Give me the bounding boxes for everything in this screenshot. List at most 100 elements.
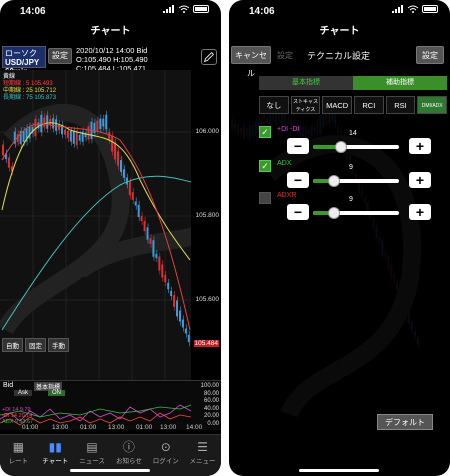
candle (128, 181, 131, 196)
candle (179, 310, 181, 322)
xtick: 01:00 (136, 424, 153, 431)
tab-chart[interactable]: ▮▮ チャート (37, 435, 74, 476)
on-toggle[interactable]: ON (48, 390, 65, 396)
ma-legend: 黄線 短期線 : 5 105.493 中期線 : 25 105.712 長期線 … (3, 74, 56, 102)
tab-label: ニュース (79, 458, 105, 465)
ind-dmi[interactable]: DMI/ADX (417, 96, 448, 114)
tab-label: チャート (42, 458, 69, 465)
ask-button[interactable]: Ask (14, 390, 33, 396)
indicator-type-segment: 基本指標 補助指標 (259, 76, 447, 90)
adxr-slider[interactable] (313, 207, 399, 219)
candle (22, 131, 25, 143)
di-value: 14 (349, 130, 357, 137)
seg-basic[interactable]: 基本指標 (259, 76, 353, 90)
sub-ytick: 100.00 (200, 383, 219, 389)
candle (75, 130, 78, 146)
adx-label: ADX (277, 160, 292, 167)
indicator-list: なし ストキャスティクス MACD RCI RSI DMI/ADX (259, 96, 448, 114)
candle (2, 144, 4, 156)
signal-icon (163, 5, 174, 13)
ind-macd[interactable]: MACD (322, 96, 353, 114)
manual-button[interactable]: 手動 (48, 338, 69, 352)
candle (78, 134, 81, 141)
nav-title: チャート (90, 26, 131, 37)
rate-icon: ▦ (12, 440, 25, 454)
adxr-checkbox[interactable]: ✓ (259, 192, 271, 204)
ind-stoch[interactable]: ストキャスティクス (290, 96, 321, 114)
chart-toolbar: ローソク USD/JPY 60min 設定 2020/10/12 14:00 B… (0, 44, 221, 76)
left-screen: 14:06 チャート ローソク USD/JPY 60min 設定 2020/10… (0, 0, 221, 476)
draw-tool-icon[interactable] (201, 49, 217, 65)
xtick: 01:00 (22, 424, 39, 431)
xtick: 13:00 (108, 424, 125, 431)
adx-plus-button[interactable]: + (409, 172, 431, 188)
param-row-di: ✓ +DI -DI 14 − + (259, 124, 447, 160)
candle (111, 135, 114, 152)
adxr-value: 9 (349, 196, 353, 203)
tab-menu[interactable]: ☰ メニュー (184, 435, 221, 476)
di-plus-button[interactable]: + (409, 138, 431, 154)
candle (102, 118, 105, 127)
candle (87, 126, 90, 140)
menu-icon: ☰ (197, 440, 208, 454)
candle (55, 119, 58, 131)
adx-value: 9 (349, 164, 353, 171)
bid-label: Bid (3, 382, 14, 389)
confirm-button[interactable]: 設定 (416, 46, 444, 64)
ind-none[interactable]: なし (259, 96, 289, 114)
adxr-minus-button[interactable]: − (287, 204, 309, 220)
candle (96, 120, 99, 131)
ind-rci[interactable]: RCI (354, 96, 384, 114)
candle (114, 142, 117, 160)
price-axis: 106.000 105.800 105.600 105.484 (191, 70, 221, 380)
adx-slider[interactable] (313, 175, 399, 187)
candle (181, 319, 184, 328)
legend-long: 長期線 : 75 105.873 (3, 95, 57, 101)
time-axis: 01:00 13:00 01:00 13:00 01:00 13:00 14:0… (0, 424, 202, 434)
home-indicator (299, 469, 379, 472)
xtick: 01:00 (80, 424, 97, 431)
param-row-adx: ✓ ADX 9 − + (259, 158, 447, 194)
tab-label: レート (8, 458, 29, 465)
ind-rsi[interactable]: RSI (385, 96, 416, 114)
auto-button[interactable]: 自動 (2, 338, 23, 352)
adx-checkbox[interactable]: ✓ (259, 160, 271, 172)
seg-sub[interactable]: 補助指標 (353, 76, 447, 90)
tab-label: ログイン (152, 458, 179, 465)
status-bar: 14:06 (229, 0, 450, 22)
status-bar: 14:06 (0, 0, 221, 22)
wifi-icon (178, 5, 190, 13)
tab-rate[interactable]: ▦ レート (0, 435, 37, 476)
tab-label: メニュー (189, 458, 216, 465)
candle (161, 264, 164, 278)
sub-ytick: 80.00 (203, 390, 219, 397)
adx-minus-button[interactable]: − (287, 172, 309, 188)
di-slider[interactable] (313, 141, 399, 153)
tab-login[interactable]: ⊙ ログイン (147, 435, 184, 476)
fixed-button[interactable]: 固定 (25, 338, 46, 352)
ytick: 105.800 (195, 212, 220, 219)
current-price-tag: 105.484 (193, 340, 219, 347)
sub-axis: 100.00 80.00 60.00 40.00 20.00 0.00 (201, 383, 219, 428)
candle (125, 177, 128, 185)
candle (137, 204, 140, 218)
home-indicator (70, 469, 150, 472)
battery-icon (193, 5, 209, 13)
status-icons (392, 5, 438, 13)
di-minus-button[interactable]: − (287, 138, 309, 154)
param-row-adxr: ✓ ADXR 9 − + (259, 190, 447, 226)
sub-ytick: 20.00 (203, 413, 219, 419)
di-checkbox[interactable]: ✓ (259, 126, 271, 138)
symbol-selector[interactable]: ローソク USD/JPY 60min (2, 46, 46, 76)
adxr-plus-button[interactable]: + (409, 204, 431, 220)
quote-oh: O:105.490 H:105.490 (76, 55, 148, 64)
cancel-button[interactable]: キャンセル (231, 46, 271, 78)
news-icon: ▤ (86, 440, 98, 454)
nav-title: チャート (319, 26, 360, 37)
wifi-icon (407, 5, 419, 13)
default-button[interactable]: デフォルト (377, 414, 433, 430)
chart-setting-button[interactable]: 設定 (48, 48, 72, 64)
sheet-title: テクニカル設定 (307, 51, 371, 61)
price-chart[interactable]: 黄線 短期線 : 5 105.493 中期線 : 25 105.712 長期線 … (0, 70, 221, 380)
candle (105, 114, 108, 130)
